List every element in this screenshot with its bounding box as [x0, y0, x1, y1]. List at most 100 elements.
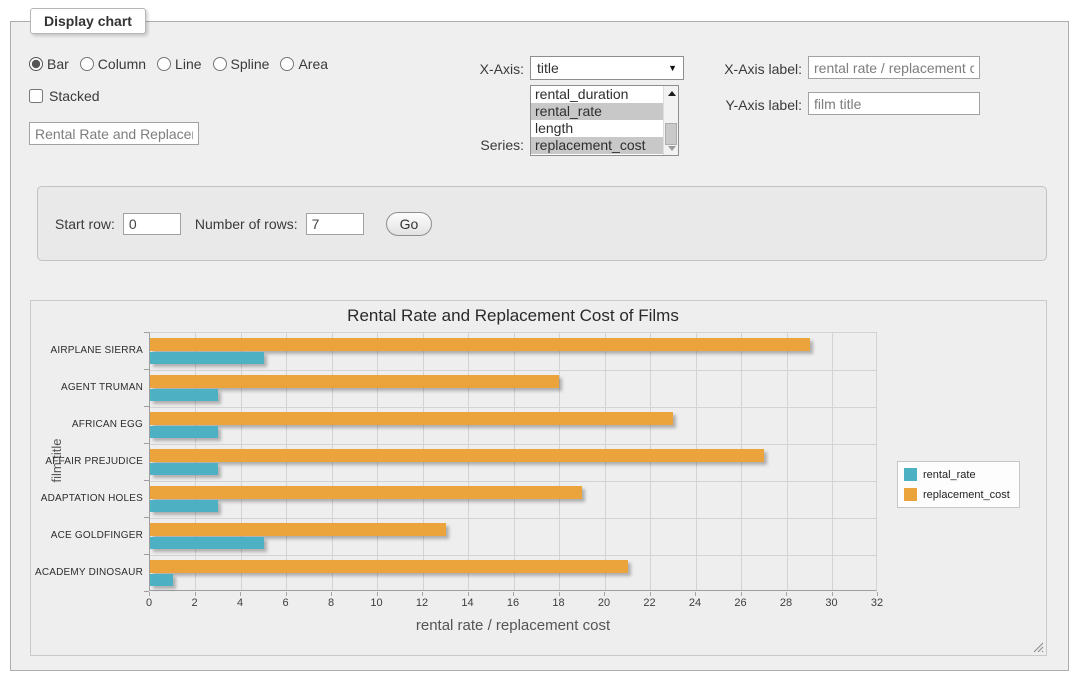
scroll-down-button[interactable]	[664, 141, 679, 155]
x-tick-label-8: 8	[316, 597, 346, 609]
gridline-y-6	[150, 555, 876, 556]
legend-item-rental_rate[interactable]: rental_rate	[904, 468, 1010, 481]
series-option-rental_duration[interactable]: rental_duration	[531, 86, 663, 103]
gridline-y-5	[150, 518, 876, 519]
scroll-up-icon	[668, 91, 676, 96]
y-tick-mark-7	[144, 591, 149, 592]
gridline-y-4	[150, 481, 876, 482]
x-axis-label-input[interactable]	[808, 56, 980, 79]
x-tick-label-20: 20	[589, 597, 619, 609]
x-tick-label-32: 32	[862, 597, 892, 609]
y-tick-mark-5	[144, 517, 149, 518]
series-label: Series:	[420, 137, 524, 153]
series-options: rental_durationrental_ratelengthreplacem…	[531, 86, 663, 154]
x-tick-mark-8	[331, 592, 332, 596]
chart-type-option-bar: Bar	[29, 56, 69, 72]
bar-replacement_cost-6	[150, 560, 628, 573]
x-axis-select-label: X-Axis:	[420, 61, 524, 77]
gridline-y-2	[150, 407, 876, 408]
x-tick-label-26: 26	[726, 597, 756, 609]
x-tick-mark-12	[422, 592, 423, 596]
chart-type-option-spline: Spline	[213, 56, 270, 72]
gridline-y-3	[150, 444, 876, 445]
start-row-input[interactable]	[123, 213, 181, 235]
y-tick-mark-1	[144, 369, 149, 370]
x-tick-label-14: 14	[453, 597, 483, 609]
y-axis-label-input[interactable]	[808, 92, 980, 115]
num-rows-input[interactable]	[306, 213, 364, 235]
category-label: AIRPLANE SIERRA	[33, 332, 143, 369]
x-tick-mark-4	[240, 592, 241, 596]
chart-type-radio-area[interactable]	[280, 57, 294, 71]
rows-panel: Start row: Number of rows: Go	[37, 186, 1047, 261]
x-tick-mark-0	[149, 592, 150, 596]
x-tick-label-24: 24	[680, 597, 710, 609]
x-tick-mark-18	[559, 592, 560, 596]
chart-type-radio-column[interactable]	[80, 57, 94, 71]
x-axis-select[interactable]: title ▼	[530, 56, 684, 80]
x-tick-label-28: 28	[771, 597, 801, 609]
bar-replacement_cost-3	[150, 449, 764, 462]
bar-replacement_cost-5	[150, 523, 446, 536]
chart-type-label-area: Area	[298, 56, 328, 72]
series-scrollbar[interactable]	[663, 86, 678, 155]
scroll-up-button[interactable]	[664, 86, 679, 100]
series-option-rental_rate[interactable]: rental_rate	[531, 103, 663, 120]
category-label: AFRICAN EGG	[33, 406, 143, 443]
y-tick-mark-4	[144, 480, 149, 481]
chart-type-radio-spline[interactable]	[213, 57, 227, 71]
category-label: AGENT TRUMAN	[33, 369, 143, 406]
x-tick-mark-2	[195, 592, 196, 596]
x-tick-mark-6	[286, 592, 287, 596]
x-tick-mark-26	[741, 592, 742, 596]
series-option-length[interactable]: length	[531, 120, 663, 137]
chart-type-option-area: Area	[280, 56, 328, 72]
x-axis-label-label: X-Axis label:	[700, 61, 802, 77]
x-axis-title: rental rate / replacement cost	[149, 617, 877, 634]
legend-label-rental_rate: rental_rate	[923, 469, 976, 481]
chart-type-option-line: Line	[157, 56, 201, 72]
bar-rental_rate-3	[150, 463, 218, 475]
bar-replacement_cost-2	[150, 412, 673, 425]
legend-swatch-rental_rate	[904, 468, 917, 481]
resize-handle-icon[interactable]	[1033, 642, 1044, 653]
bar-rental_rate-2	[150, 426, 218, 438]
x-tick-mark-32	[877, 592, 878, 596]
chart-legend: rental_rate replacement_cost	[897, 461, 1020, 508]
bar-rental_rate-5	[150, 537, 264, 549]
y-tick-mark-0	[144, 332, 149, 333]
gridline-y-1	[150, 370, 876, 371]
category-label: AFFAIR PREJUDICE	[33, 443, 143, 480]
x-tick-label-0: 0	[134, 597, 164, 609]
chart-type-label-column: Column	[98, 56, 146, 72]
stacked-row: Stacked	[29, 88, 100, 104]
category-label: ACADEMY DINOSAUR	[33, 554, 143, 591]
category-label: ACE GOLDFINGER	[33, 517, 143, 554]
chart-type-radio-bar[interactable]	[29, 57, 43, 71]
x-tick-label-22: 22	[635, 597, 665, 609]
chart-type-radio-line[interactable]	[157, 57, 171, 71]
chart-type-label-spline: Spline	[231, 56, 270, 72]
chart-type-radio-group: Bar Column Line Spline Area	[29, 56, 328, 72]
x-axis-select-value: title	[537, 60, 559, 76]
chart-title: Rental Rate and Replacement Cost of Film…	[149, 306, 877, 326]
legend-swatch-replacement_cost	[904, 488, 917, 501]
category-label: ADAPTATION HOLES	[33, 480, 143, 517]
x-tick-label-4: 4	[225, 597, 255, 609]
series-listbox[interactable]: rental_durationrental_ratelengthreplacem…	[530, 85, 679, 156]
chart-type-label-line: Line	[175, 56, 201, 72]
chart-type-label-bar: Bar	[47, 56, 69, 72]
x-tick-mark-22	[650, 592, 651, 596]
series-option-replacement_cost[interactable]: replacement_cost	[531, 137, 663, 154]
stacked-checkbox[interactable]	[29, 89, 43, 103]
bar-rental_rate-6	[150, 574, 173, 586]
gridline-x-28	[787, 333, 788, 590]
chart-title-input[interactable]	[29, 122, 199, 145]
gridline-x-30	[832, 333, 833, 590]
legend-item-replacement_cost[interactable]: replacement_cost	[904, 488, 1010, 501]
go-button[interactable]: Go	[386, 212, 433, 236]
bar-replacement_cost-1	[150, 375, 559, 388]
x-tick-label-10: 10	[362, 597, 392, 609]
num-rows-label: Number of rows:	[195, 216, 298, 232]
x-tick-mark-30	[832, 592, 833, 596]
